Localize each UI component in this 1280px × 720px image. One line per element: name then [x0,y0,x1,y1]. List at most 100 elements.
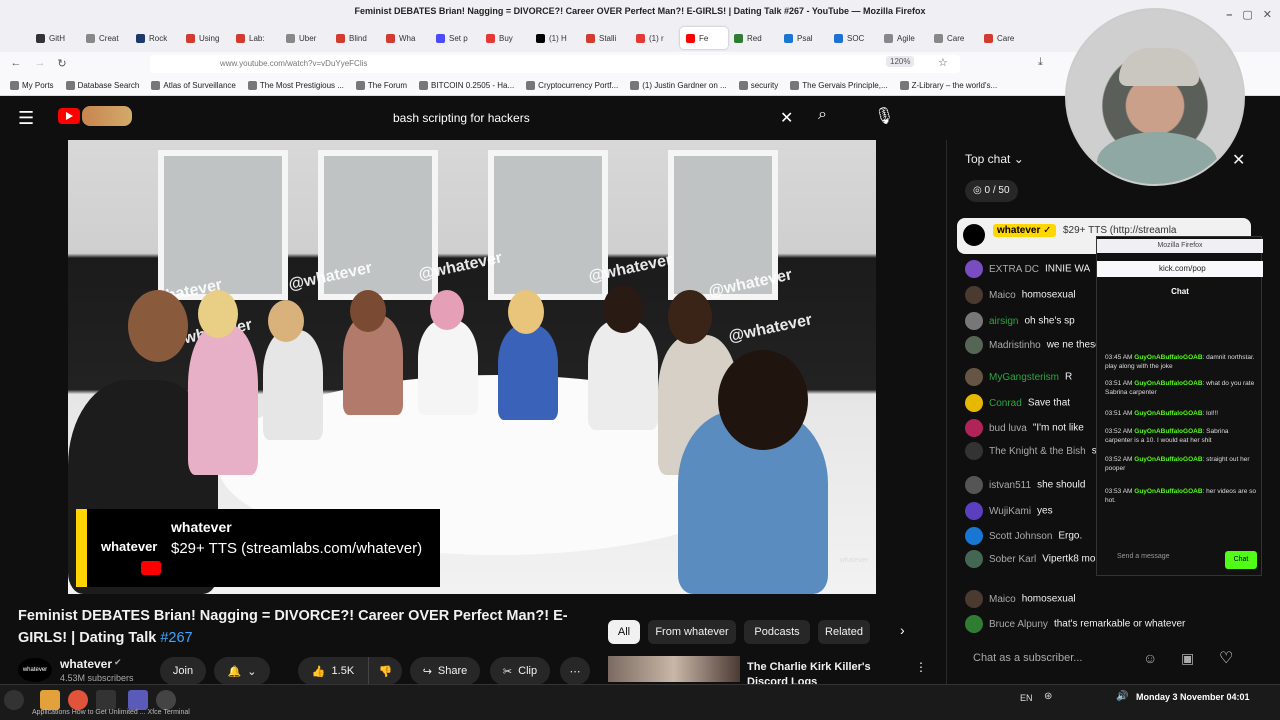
menu-icon[interactable]: ☰ [18,108,34,129]
join-button[interactable]: Join [160,657,206,685]
bookmark-item[interactable]: security [738,81,778,90]
more-actions-button[interactable]: ⋯ [560,657,590,685]
bookmark-label: Atlas of Surveillance [163,81,236,90]
browser-tab[interactable]: Care [928,27,978,49]
notification-bell-button[interactable]: 🔔 ⌄ [214,657,270,685]
chip-related[interactable]: Related [818,620,870,644]
browser-tab[interactable]: Lab: [230,27,280,49]
chat-message[interactable]: Bruce Alpuny that's remarkable or whateve… [965,615,1215,633]
download-icon[interactable]: ⤓ [1038,56,1043,69]
reload-icon[interactable]: ↻ [50,57,74,70]
bookmark-item[interactable]: BITCOIN 0.2505 - Ha... [419,81,514,90]
super-chat-icon[interactable]: ▣ [1181,650,1194,667]
network-icon[interactable]: ⊛ [1044,691,1052,702]
terminal-icon[interactable] [96,690,116,710]
tab-label: Creat [99,33,119,43]
bookmark-item[interactable]: Database Search [65,81,139,90]
chip-from-channel[interactable]: From whatever [648,620,736,644]
heart-icon[interactable]: ♡ [1219,648,1233,668]
folder-icon[interactable] [40,690,60,710]
browser-tab[interactable]: Rock [130,27,180,49]
points-badge[interactable]: ◎ 0 / 50 [965,180,1018,202]
browser-tab[interactable]: Uber [280,27,330,49]
chip-podcasts[interactable]: Podcasts [744,620,810,644]
close-window-icon[interactable]: ✕ [1263,4,1272,26]
browser-tab[interactable]: Stalli [580,27,630,49]
related-title[interactable]: The Charlie Kirk Killer's Discord Logs [747,660,907,684]
browser-tab[interactable]: Agile [878,27,928,49]
search-input[interactable]: bash scripting for hackers [380,102,810,134]
browser-tab[interactable]: Red [728,27,778,49]
clip-button[interactable]: ✂ Clip [490,657,550,685]
forward-icon[interactable]: → [28,57,52,69]
bookmark-label: Cryptocurrency Portf... [538,81,619,90]
maximize-icon[interactable]: ▢ [1242,4,1252,26]
clear-search-icon[interactable]: ✕ [780,108,793,128]
browser-tab[interactable]: (1) H [530,27,580,49]
related-more-icon[interactable]: ⋮ [915,660,927,674]
youtube-logo-icon[interactable] [58,108,80,124]
chevron-right-icon[interactable]: › [900,622,905,638]
browser-tab[interactable]: Blind [330,27,380,49]
bookmark-star-icon[interactable]: ☆ [938,56,948,69]
popup-time: 03:52 AM [1105,428,1133,435]
chip-all[interactable]: All [608,620,640,644]
volume-icon[interactable]: 🔊 [1116,691,1128,702]
popup-send-button[interactable]: Chat [1225,551,1257,569]
chat-mode-dropdown[interactable]: Top chat ⌄ [965,152,1024,166]
emoji-icon[interactable]: ☺ [1143,650,1157,666]
chat-input[interactable]: Chat as a subscriber... [973,652,1082,664]
browser-tab[interactable]: Fe [680,27,728,49]
channel-avatar[interactable]: whatever [18,658,52,682]
bookmark-favicon-icon [738,81,748,90]
share-label: Share [437,665,468,677]
firefox-icon[interactable] [68,690,88,710]
share-button[interactable]: ↪ Share [410,657,480,685]
minimize-icon[interactable]: – [1226,4,1232,26]
browser-tab[interactable]: (1) r [630,27,680,49]
chat-text: that's remarkable or whatever [1053,618,1186,630]
chat-message[interactable]: Maico homosexual [965,590,1215,608]
browser-tab[interactable]: Set p [430,27,480,49]
browser-tab[interactable]: Buy [480,27,530,49]
zoom-level[interactable]: 120% [886,56,915,67]
pinned-author: whatever ✓ [993,224,1056,237]
close-icon[interactable]: ✕ [1232,150,1245,170]
popup-message-input[interactable]: Send a message [1117,553,1170,560]
browser-tab[interactable]: Psal [778,27,828,49]
browser-tab[interactable]: Care [978,27,1028,49]
browser-tab[interactable]: GitH [30,27,80,49]
settings-icon[interactable] [156,690,176,710]
related-thumbnail[interactable] [608,656,740,682]
bookmark-item[interactable]: (1) Justin Gardner on ... [630,81,727,90]
browser-tab[interactable]: SOC [828,27,878,49]
url-bar[interactable]: www.youtube.com/watch?v=vDuYyeFClis [150,55,960,73]
dislike-button[interactable]: 👎 [368,657,402,685]
app-icon[interactable] [128,690,148,710]
browser-tab[interactable]: Creat [80,27,130,49]
bookmark-item[interactable]: The Most Prestigious ... [247,81,344,90]
clock[interactable]: Monday 3 November 04:01 [1136,692,1250,702]
search-icon[interactable]: ⌕ [818,106,827,124]
browser-tab[interactable]: Using [180,27,230,49]
bookmark-item[interactable]: The Gervais Principle,... [790,81,888,90]
stream-alert-banner: whatever whatever $29+ TTS (streamlabs.c… [76,509,440,587]
bookmark-item[interactable]: Cryptocurrency Portf... [526,81,618,90]
back-icon[interactable]: ← [4,57,28,69]
tab-label: Wha [399,33,416,43]
bookmark-item[interactable]: Z-Library – the world's... [899,81,997,90]
like-button[interactable]: 👍 1.5K [298,657,368,685]
bookmark-item[interactable]: Atlas of Surveillance [151,81,236,90]
hashtag-link[interactable]: #267 [160,630,192,646]
person-figure [418,320,478,415]
channel-name[interactable]: whatever [60,657,112,671]
bookmark-item[interactable]: The Forum [355,81,407,90]
keyboard-language[interactable]: EN [1020,693,1033,703]
bookmark-item[interactable]: My Ports [10,81,54,90]
share-icon: ↪ [422,665,432,678]
browser-tab[interactable]: Wha [380,27,430,49]
popup-message: 03:51 AM GuyOnABuffaloGOAB: what do you … [1105,379,1257,397]
doodle-logo[interactable] [82,106,132,126]
microphone-icon[interactable]: 🎙 [874,106,894,126]
app-menu-icon[interactable] [4,690,24,710]
